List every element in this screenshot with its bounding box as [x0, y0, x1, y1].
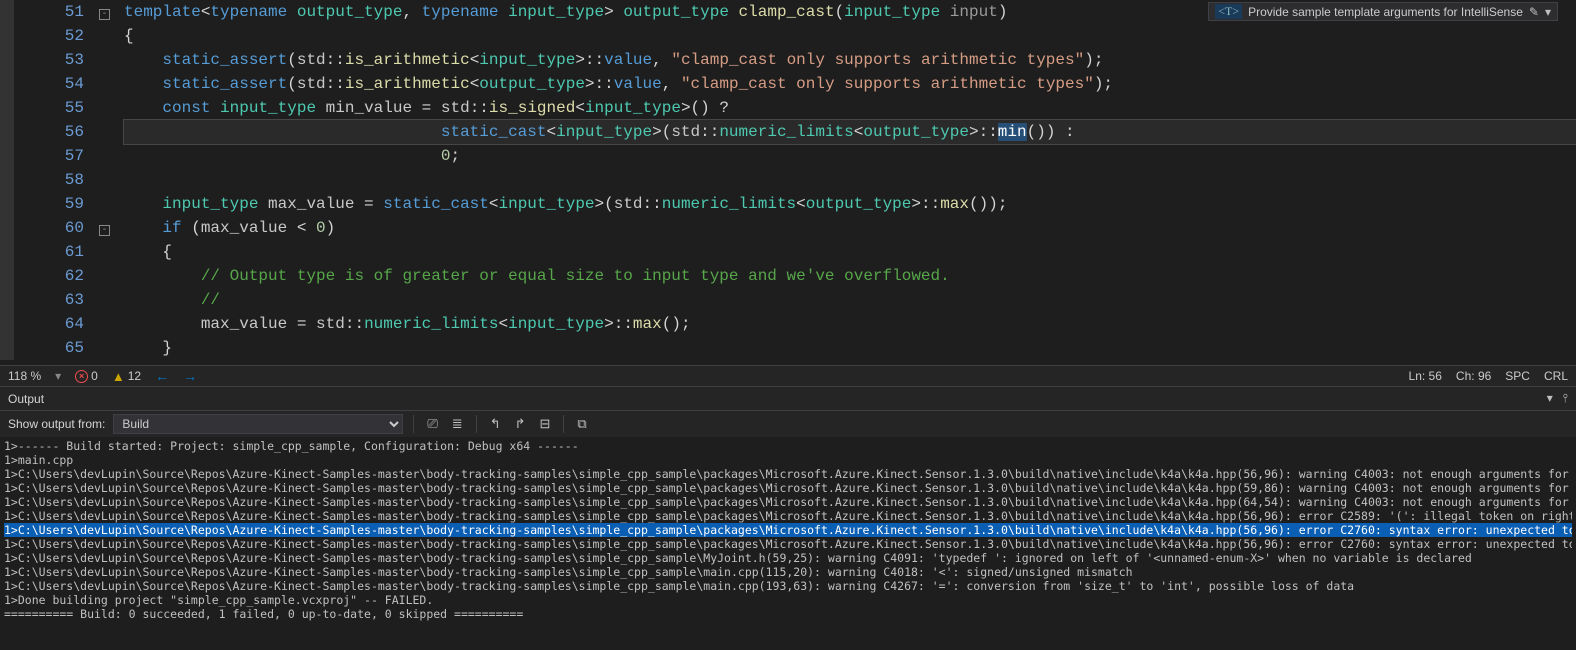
indent-mode[interactable]: SPC [1505, 369, 1530, 383]
template-tag: <T> [1215, 4, 1242, 19]
edit-icon[interactable]: ✎ [1529, 5, 1539, 19]
options-icon[interactable]: ⧉ [574, 414, 589, 434]
col-indicator: Ch: 96 [1456, 369, 1491, 383]
error-icon: × [75, 370, 88, 383]
intellisense-text: Provide sample template arguments for In… [1248, 5, 1523, 19]
next-msg-icon[interactable]: ↱ [512, 414, 529, 434]
code-editor[interactable]: <T> Provide sample template arguments fo… [0, 0, 1576, 365]
prev-msg-icon[interactable]: ↰ [487, 414, 504, 434]
chevron-down-icon[interactable]: ▾ [1545, 5, 1551, 19]
fold-gutter[interactable]: -- [99, 0, 124, 360]
nav-forward-icon[interactable]: → [183, 368, 197, 384]
dropdown-icon[interactable]: ▾ [1547, 391, 1553, 406]
error-count[interactable]: ×0 [75, 369, 98, 383]
intellisense-hint[interactable]: <T> Provide sample template arguments fo… [1208, 2, 1558, 21]
line-indicator: Ln: 56 [1409, 369, 1442, 383]
breakpoint-margin[interactable] [0, 0, 14, 360]
code-content[interactable]: template<typename output_type, typename … [124, 0, 1576, 360]
toggle-wrap-icon[interactable]: ≣ [449, 414, 466, 434]
output-title: Output [8, 392, 44, 406]
clear-icon[interactable]: ⎚ [424, 414, 440, 434]
show-output-label: Show output from: [8, 417, 105, 431]
output-toolbar: Show output from: Build ⎚ ≣ ↰ ↱ ⊟ ⧉ [0, 411, 1576, 437]
warning-icon: ▲ [112, 369, 125, 384]
output-panel-header: Output ▾ ⫯ [0, 387, 1576, 411]
output-text[interactable]: 1>------ Build started: Project: simple_… [0, 437, 1576, 650]
output-source-select[interactable]: Build [113, 414, 403, 434]
editor-status-bar: 118 % ▾ ×0 ▲12 ← → Ln: 56 Ch: 96 SPC CRL [0, 365, 1576, 387]
pin-icon[interactable]: ⫯ [1563, 391, 1568, 406]
stop-icon[interactable]: ⊟ [537, 414, 554, 434]
warning-count[interactable]: ▲12 [112, 369, 141, 384]
zoom-level[interactable]: 118 % [8, 369, 41, 383]
nav-back-icon[interactable]: ← [155, 368, 169, 384]
line-number-gutter: 515253545556575859606162636465 [14, 0, 99, 360]
line-ending[interactable]: CRL [1544, 369, 1568, 383]
